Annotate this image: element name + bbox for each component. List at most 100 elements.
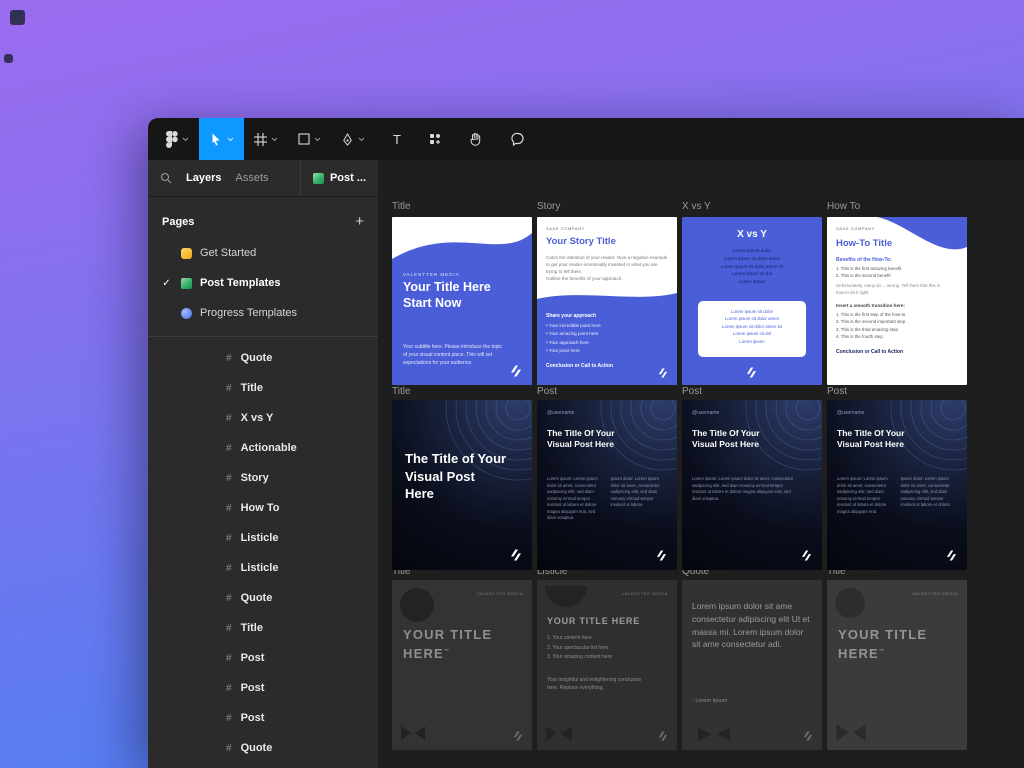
layer-item[interactable]: # Quote bbox=[148, 343, 378, 373]
resources-button[interactable] bbox=[419, 118, 451, 160]
post-heading: The Title Of Your Visual Post Here bbox=[547, 428, 615, 450]
desktop-icon[interactable] bbox=[10, 10, 25, 25]
post-body: Unfortunately, many do ... wrong. Tell t… bbox=[836, 283, 941, 295]
toolbar: T bbox=[148, 118, 1024, 160]
main-menu-button[interactable] bbox=[156, 118, 199, 160]
layer-label: Title bbox=[240, 622, 263, 634]
post-heading: The Title Of Your Visual Post Here bbox=[837, 428, 905, 450]
hand-tool-button[interactable] bbox=[459, 118, 493, 160]
frame-thumbnail-x-vs-y[interactable]: X vs Y Lorem ipsum dolor Lorem ipsum sit… bbox=[682, 217, 822, 385]
comment-tool-button[interactable] bbox=[501, 118, 535, 160]
brand-text: VALENTTER MEDIA bbox=[476, 591, 523, 596]
tab-layers[interactable]: Layers bbox=[186, 172, 221, 184]
layer-label: Listicle bbox=[240, 532, 279, 544]
brand-text: SAAS COMPANY bbox=[836, 226, 875, 231]
brand-logo-icon bbox=[746, 367, 757, 378]
frame-thumbnail-title-blue[interactable]: VALENTTER MEDIA Your Title Here Start No… bbox=[392, 217, 532, 385]
panel: Lorem ipsum sit dolor Lorem ipsum sit do… bbox=[698, 301, 806, 357]
frame-label[interactable]: How To bbox=[827, 201, 860, 212]
post-body: Your subtitle here. Please introduce the… bbox=[403, 344, 503, 366]
username-text: @username bbox=[547, 410, 575, 416]
frame-thumbnail-title-gray[interactable]: VALENTTER MEDIA YOUR TITLE HERE™ bbox=[392, 580, 532, 750]
post-columns: Lorem ipsum: Lorem ipsum dolor sit amet,… bbox=[547, 476, 667, 522]
move-tool-button[interactable] bbox=[199, 118, 244, 160]
frame-tool-button[interactable] bbox=[244, 118, 288, 160]
layer-item[interactable]: # Post bbox=[148, 673, 378, 703]
frame-label[interactable]: Story bbox=[537, 201, 560, 212]
page-item-progress-templates[interactable]: Progress Templates bbox=[148, 298, 378, 328]
desktop-icon[interactable] bbox=[4, 54, 13, 63]
wave-shape bbox=[392, 217, 532, 259]
frame-thumbnail-title-dark[interactable]: The Title of Your Visual Post Here bbox=[392, 400, 532, 570]
frame-thumbnail-quote[interactable]: Lorem ipsum dolor sit ame consectetur ad… bbox=[682, 580, 822, 750]
circle-shape bbox=[835, 588, 865, 618]
frame-thumbnail-title-gray[interactable]: VALENTTER MEDIA YOUR TITLE HERE™ bbox=[827, 580, 967, 750]
frame-icon: # bbox=[226, 472, 232, 484]
layer-label: X vs Y bbox=[240, 412, 274, 424]
frame-label[interactable]: Post bbox=[682, 386, 702, 397]
page-item-label: Get Started bbox=[200, 247, 257, 259]
frame-label[interactable]: Post bbox=[537, 386, 557, 397]
post-heading-text: YOUR TITLE HERE bbox=[403, 627, 493, 661]
brand-logo-icon bbox=[658, 731, 668, 741]
tab-assets[interactable]: Assets bbox=[235, 172, 268, 184]
globe-emoji-icon bbox=[181, 307, 192, 319]
layer-label: Post bbox=[240, 712, 265, 724]
frame-label[interactable]: X vs Y bbox=[682, 201, 711, 212]
shape-tool-button[interactable] bbox=[288, 118, 331, 160]
figma-window: T Layers Assets Post ... Pages + Get Sta… bbox=[148, 118, 1024, 768]
check-icon: ✓ bbox=[162, 277, 171, 289]
frame-thumbnail-post[interactable]: @username The Title Of Your Visual Post … bbox=[827, 400, 967, 570]
page-item-get-started[interactable]: Get Started bbox=[148, 238, 378, 268]
frame-icon: # bbox=[226, 502, 232, 514]
add-page-button[interactable]: + bbox=[355, 213, 364, 230]
panel-text: Lorem ipsum sit dolor Lorem ipsum sit do… bbox=[722, 309, 782, 344]
brand-logo-icon bbox=[511, 549, 521, 561]
layer-label: Listicle bbox=[240, 562, 279, 574]
layer-item[interactable]: # Title bbox=[148, 373, 378, 403]
layer-item[interactable]: # Actionable bbox=[148, 433, 378, 463]
frame-label[interactable]: Post bbox=[827, 386, 847, 397]
layer-item[interactable]: # Quote bbox=[148, 733, 378, 763]
frame-thumbnail-post[interactable]: @username The Title Of Your Visual Post … bbox=[537, 400, 677, 570]
frame-thumbnail-listicle[interactable]: VALENTTER MEDIA YOUR TITLE HERE 1. Your … bbox=[537, 580, 677, 750]
text-tool-icon: T bbox=[393, 131, 401, 147]
search-icon[interactable] bbox=[160, 172, 172, 184]
frame-icon: # bbox=[226, 712, 232, 724]
canvas[interactable]: Title Story X vs Y How To Title Post Pos… bbox=[378, 160, 1024, 768]
layer-item[interactable]: # X vs Y bbox=[148, 403, 378, 433]
layer-item[interactable]: # Listicle bbox=[148, 523, 378, 553]
list-text: • Your incredible point here • Your amaz… bbox=[546, 323, 601, 353]
brand-logo-icon bbox=[511, 365, 521, 377]
layer-item[interactable]: # Listicle bbox=[148, 553, 378, 583]
layer-item[interactable]: # Post bbox=[148, 643, 378, 673]
frame-thumbnail-story[interactable]: SAAS COMPANY Your Story Title Catch the … bbox=[537, 217, 677, 385]
transition-title: Insert a smooth transition here: bbox=[836, 303, 905, 308]
layer-label: Quote bbox=[240, 742, 273, 754]
post-body: Lorem ipsum dolor Lorem ipsum sit dolor … bbox=[720, 248, 784, 285]
frame-icon: # bbox=[226, 622, 232, 634]
cta-text: Conclusion or Call to Action bbox=[546, 363, 614, 369]
layer-label: Story bbox=[240, 472, 269, 484]
post-columns: Lorem ipsum: Lorem ipsum dolor sit amet,… bbox=[837, 476, 957, 515]
frame-thumbnail-post[interactable]: @username The Title Of Your Visual Post … bbox=[682, 400, 822, 570]
brand-logo-icon bbox=[658, 368, 668, 378]
layer-item[interactable]: # Story bbox=[148, 463, 378, 493]
page-item-post-templates[interactable]: ✓ Post Templates bbox=[148, 268, 378, 298]
layer-item[interactable]: # Post bbox=[148, 703, 378, 733]
layer-item[interactable]: # Quote bbox=[148, 583, 378, 613]
chevron-down-icon bbox=[358, 137, 365, 141]
frame-label[interactable]: Title bbox=[392, 386, 411, 397]
list-text: 1. Your content here 2. Your spectacular… bbox=[547, 635, 613, 660]
pen-tool-button[interactable] bbox=[331, 118, 375, 160]
column-text: Lorem ipsum: Lorem ipsum dolor sit amet,… bbox=[547, 476, 598, 520]
tab-current-page[interactable]: Post ... bbox=[299, 160, 366, 196]
frame-thumbnail-how-to[interactable]: SAAS COMPANY How-To Title Benefits of th… bbox=[827, 217, 967, 385]
post-body: Lorem ipsum: Lorem ipsum dolor sit amet,… bbox=[692, 476, 794, 502]
quote-text: Lorem ipsum dolor sit ame consectetur ad… bbox=[692, 601, 810, 650]
layer-item[interactable]: # How To bbox=[148, 493, 378, 523]
layer-item[interactable]: # Title bbox=[148, 613, 378, 643]
username-text: @username bbox=[692, 410, 720, 416]
frame-label[interactable]: Title bbox=[392, 201, 411, 212]
text-tool-button[interactable]: T bbox=[383, 118, 411, 160]
